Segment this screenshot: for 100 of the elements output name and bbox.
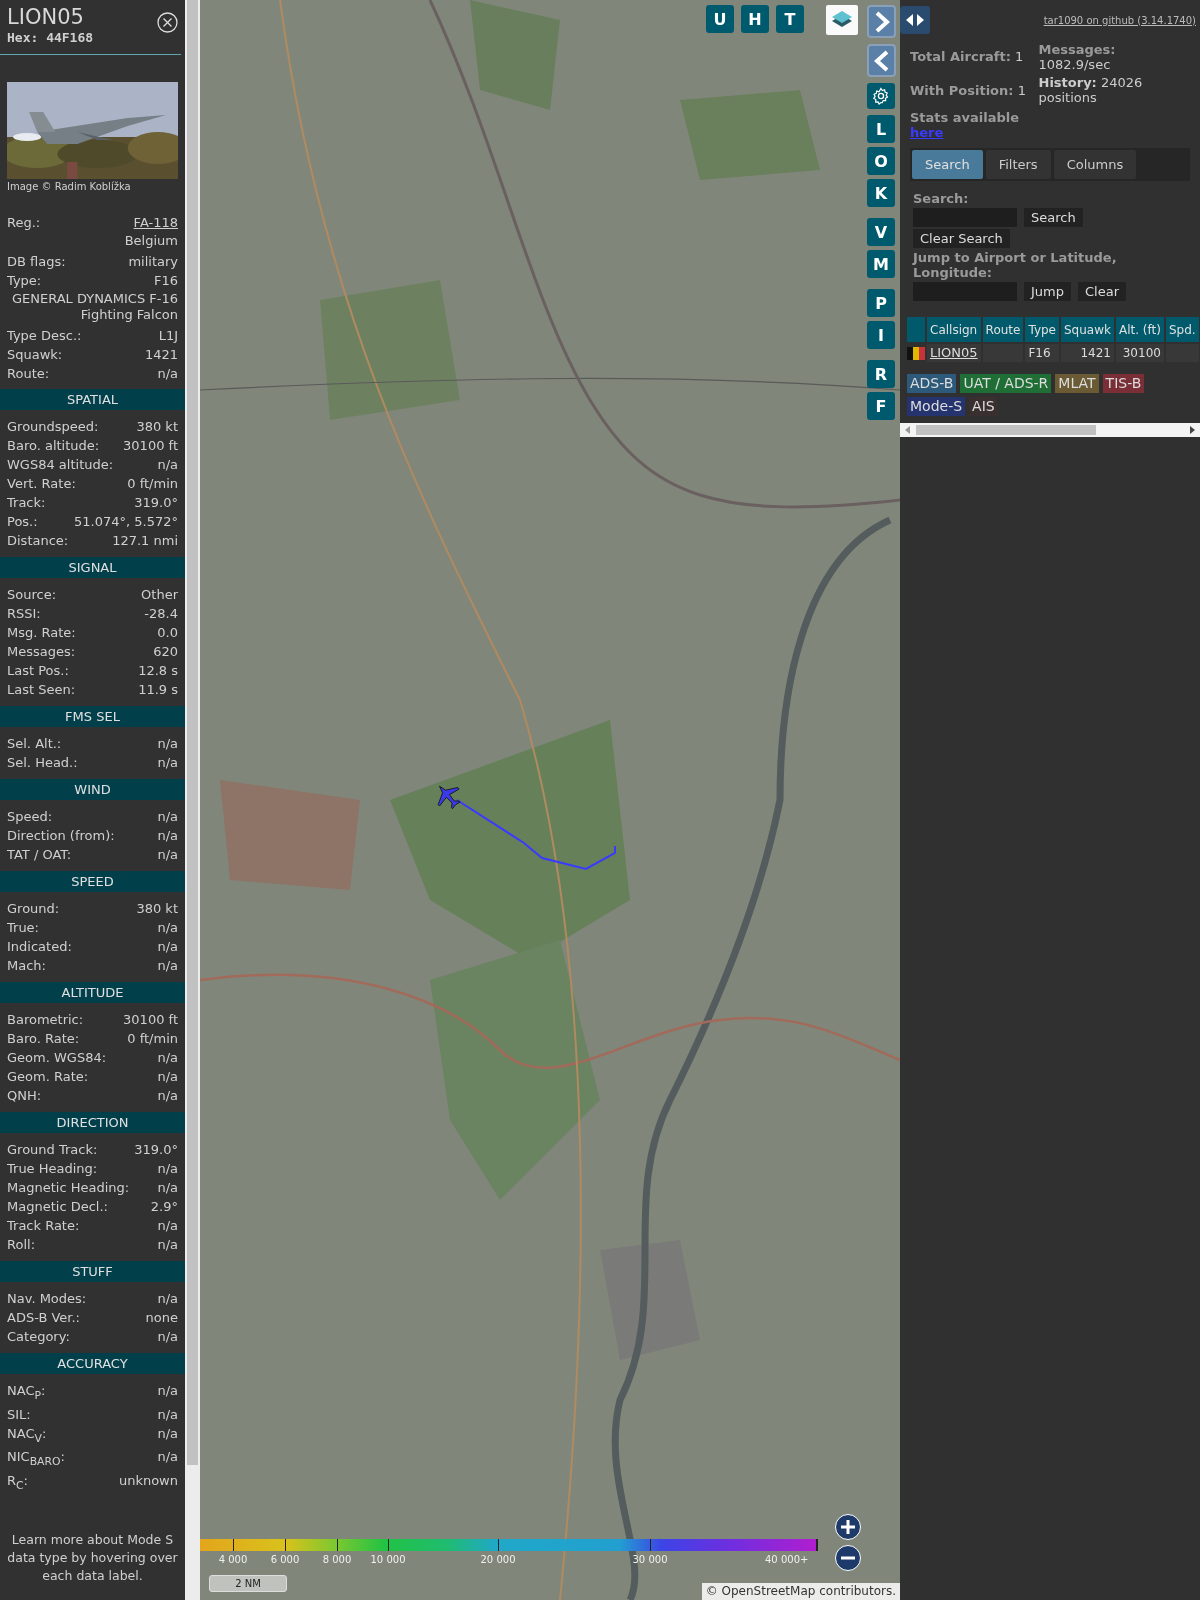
clear-search-button[interactable]: Clear Search xyxy=(913,229,1010,248)
field-label: QNH: xyxy=(7,1087,42,1105)
source-tag[interactable]: Mode-S xyxy=(907,397,966,416)
source-tag[interactable]: MLAT xyxy=(1055,374,1099,393)
scroll-right-icon[interactable] xyxy=(1188,425,1196,435)
chevron-left-icon xyxy=(872,48,891,73)
tab[interactable]: Search xyxy=(912,150,983,179)
column-header[interactable]: Route xyxy=(982,317,1024,342)
field-label: Baro. altitude: xyxy=(7,437,100,455)
map-toggle-button[interactable]: O xyxy=(867,147,895,175)
scrollbar[interactable] xyxy=(900,423,1200,437)
field-value: n/a xyxy=(157,365,178,383)
source-tag[interactable]: UAT / ADS-R xyxy=(960,374,1052,393)
field-label: Type: xyxy=(7,272,42,290)
field-value: n/a xyxy=(157,1236,178,1254)
photo-credit: Image © Radim Koblížka xyxy=(6,180,132,194)
map-toggle-button[interactable]: H xyxy=(741,5,769,33)
expand-button[interactable] xyxy=(867,5,896,38)
map-toggle-button[interactable]: T xyxy=(776,5,804,33)
map-toggle-button[interactable]: L xyxy=(867,115,895,143)
scrollbar[interactable] xyxy=(185,0,200,1600)
map-toggle-button[interactable]: M xyxy=(867,250,895,278)
field-value: n/a xyxy=(157,1217,178,1235)
layers-button[interactable] xyxy=(826,5,858,35)
map-toggle-button[interactable]: K xyxy=(867,179,895,207)
table-cell: 1421 xyxy=(1080,346,1111,360)
field-label: Squawk: xyxy=(7,346,63,364)
map-toggle-button[interactable]: V xyxy=(867,218,895,246)
hex-code: Hex: 44F168 xyxy=(7,30,94,46)
github-link[interactable]: tar1090 on github (3.14.1740) xyxy=(1043,14,1196,26)
column-header[interactable]: Spd. xyxy=(1165,317,1199,342)
field-label: NAC$_{P}$: xyxy=(7,1382,46,1404)
source-tag[interactable]: AIS xyxy=(969,397,998,416)
field-value: 12.8 s xyxy=(138,662,178,680)
column-header[interactable]: Type xyxy=(1025,317,1059,342)
field-label: Geom. Rate: xyxy=(7,1068,89,1086)
collapse-button[interactable] xyxy=(867,44,896,77)
tab[interactable]: Columns xyxy=(1053,150,1137,179)
scroll-left-icon[interactable] xyxy=(904,425,912,435)
field-label: Last Pos.: xyxy=(7,662,69,680)
stat-value: 1082.9/sec xyxy=(1038,57,1112,72)
stat-label: Stats available xyxy=(910,110,1021,125)
field-label: NAC$_{V}$: xyxy=(7,1424,47,1447)
map-toggle-button[interactable]: I xyxy=(867,321,895,349)
field-label: Reg.: xyxy=(7,214,41,232)
field-value: military xyxy=(128,253,178,271)
field-value: 380 kt xyxy=(136,900,178,918)
map-toggle-button[interactable]: P xyxy=(867,289,895,317)
close-icon[interactable] xyxy=(157,12,178,33)
field-value: F16 xyxy=(153,272,178,290)
section-header: SIGNAL xyxy=(0,557,185,578)
altitude-label: 8 000 xyxy=(322,1553,352,1566)
field-label: ADS-B Ver.: xyxy=(7,1309,80,1327)
stat-label: Messages: xyxy=(1038,42,1117,57)
field-label: Msg. Rate: xyxy=(7,624,76,642)
sidebar-toggle-button[interactable] xyxy=(900,6,930,34)
field-label: Geom. WGS84: xyxy=(7,1049,107,1067)
field-value: n/a xyxy=(157,827,178,845)
field-label: Jump to Airport or Latitude, Longitude: xyxy=(913,250,1118,280)
field-value: 30100 ft xyxy=(123,1011,178,1029)
field-value: n/a xyxy=(157,938,178,956)
settings-button[interactable] xyxy=(867,83,895,109)
field-value: n/a xyxy=(157,1290,178,1308)
section-header: STUFF xyxy=(0,1261,185,1282)
altitude-label: 6 000 xyxy=(270,1553,300,1566)
section-header: ACCURACY xyxy=(0,1353,185,1374)
field-value: n/a xyxy=(157,919,178,937)
field-value: 0.0 xyxy=(157,624,178,642)
column-header[interactable]: Alt. (ft) xyxy=(1115,317,1164,342)
map-toggle-button[interactable]: F xyxy=(867,392,895,420)
field-value: 1421 xyxy=(144,346,178,364)
field-label: Nav. Modes: xyxy=(7,1290,87,1308)
field-label: TAT / OAT: xyxy=(7,846,72,864)
stat-label: Total Aircraft: xyxy=(910,49,1011,64)
field-label: WGS84 altitude: xyxy=(7,456,114,474)
plus-icon xyxy=(840,1519,856,1535)
field-label: SIL: xyxy=(7,1405,31,1424)
field-value: GENERAL DYNAMICS F-16 Fighting Falcon xyxy=(10,290,178,324)
search-button[interactable]: Search xyxy=(1024,208,1083,227)
field-label: NIC$_{BARO}$: xyxy=(7,1448,65,1470)
map-toggle-button[interactable]: U xyxy=(706,5,734,33)
field-label: Direction (from): xyxy=(7,827,115,845)
section-header: FMS SEL xyxy=(0,706,185,727)
field-value: 11.9 s xyxy=(138,681,178,699)
section-header: SPATIAL xyxy=(0,389,185,410)
tab[interactable]: Filters xyxy=(985,150,1051,179)
field-label: True Heading: xyxy=(7,1160,98,1178)
column-header[interactable]: Callsign xyxy=(927,317,981,342)
section-header: WIND xyxy=(0,779,185,800)
field-value: 0 ft/min xyxy=(127,1030,178,1048)
source-tag[interactable]: TIS-B xyxy=(1102,374,1145,393)
column-header[interactable]: Squawk xyxy=(1061,317,1114,342)
clear-button[interactable]: Clear xyxy=(1078,282,1126,301)
map-toggle-button[interactable]: R xyxy=(867,360,895,388)
jump-button[interactable]: Jump xyxy=(1024,282,1071,301)
field-label: Indicated: xyxy=(7,938,72,956)
field-label: Mach: xyxy=(7,957,46,975)
field-label: Messages: xyxy=(7,643,76,661)
source-tag[interactable]: ADS-B xyxy=(907,374,957,393)
registration-link[interactable]: FA-118 xyxy=(133,213,178,232)
